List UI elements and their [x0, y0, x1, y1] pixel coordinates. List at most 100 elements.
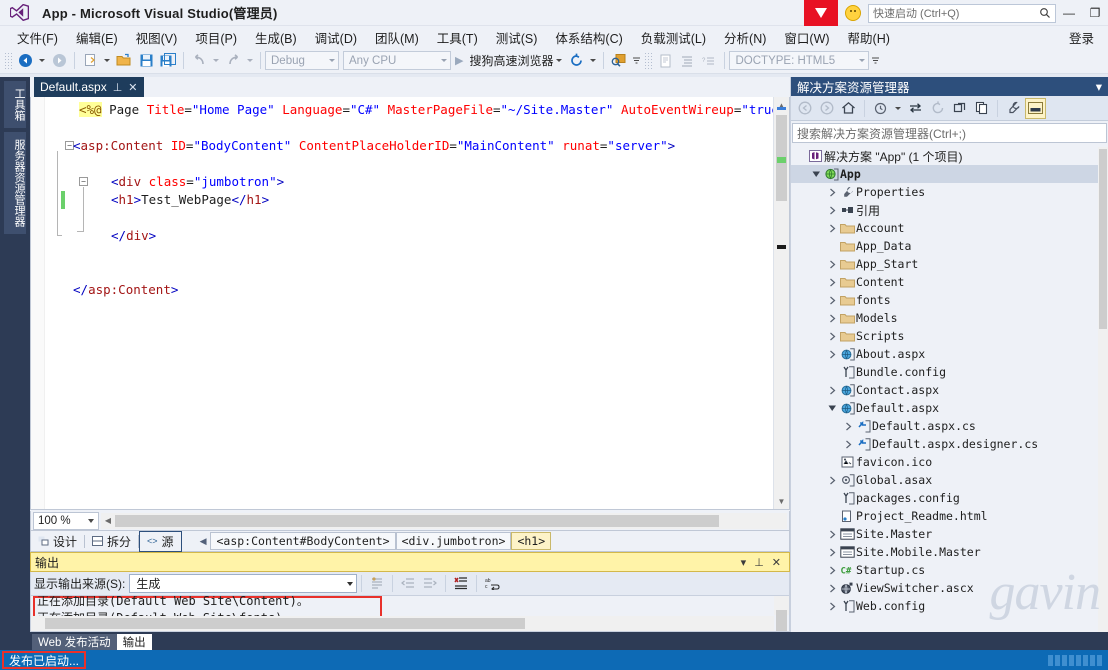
collapse-arrow-icon[interactable] — [825, 224, 839, 233]
collapse-arrow-icon[interactable] — [825, 386, 839, 395]
solution-tree[interactable]: 解决方案 "App" (1 个项目) App Properties 引用 Account… — [791, 147, 1108, 632]
breadcrumb-item-div[interactable]: <div.jumbotron> — [395, 532, 512, 550]
tab-web-publish-activity[interactable]: Web 发布活动 — [32, 634, 117, 650]
tree-item[interactable]: Models — [791, 309, 1108, 327]
menu-item-window[interactable]: 窗口(W) — [775, 26, 838, 49]
expand-arrow-icon[interactable] — [825, 405, 839, 412]
solution-explorer-search-input[interactable]: 搜索解决方案资源管理器(Ctrl+;) — [792, 123, 1107, 143]
home-icon[interactable] — [838, 98, 859, 119]
pin-icon[interactable]: ⊥ — [750, 556, 768, 569]
menu-item-file[interactable]: 文件(F) — [8, 26, 67, 49]
browser-inspect-icon[interactable] — [608, 50, 630, 72]
save-icon[interactable] — [135, 50, 157, 72]
tree-item[interactable]: favicon.ico — [791, 453, 1108, 471]
breadcrumb-item-h1[interactable]: <h1> — [511, 532, 552, 550]
tree-item[interactable]: packages.config — [791, 489, 1108, 507]
sidebar-item-toolbox[interactable]: 工具箱 — [4, 81, 26, 128]
menu-item-tools[interactable]: 工具(T) — [428, 26, 487, 49]
start-play-icon[interactable]: ▶ — [455, 54, 463, 67]
sidebar-item-server-explorer[interactable]: 服务器资源管理器 — [4, 132, 26, 234]
menu-item-edit[interactable]: 编辑(E) — [67, 26, 127, 49]
solution-tree-scrollbar[interactable] — [1098, 147, 1108, 632]
toolbar-overflow-button[interactable] — [869, 56, 881, 65]
collapse-arrow-icon[interactable] — [841, 422, 855, 431]
show-all-files-icon[interactable] — [971, 98, 992, 119]
doctype-dropdown[interactable]: DOCTYPE: HTML5 — [729, 51, 870, 70]
collapse-arrow-icon[interactable] — [825, 296, 839, 305]
tree-item[interactable]: Default.aspx.cs — [791, 417, 1108, 435]
menu-item-help[interactable]: 帮助(H) — [839, 26, 899, 49]
tree-item[interactable]: App — [791, 165, 1108, 183]
collapse-arrow-icon[interactable] — [825, 530, 839, 539]
tree-item[interactable]: App_Data — [791, 237, 1108, 255]
menu-item-project[interactable]: 项目(P) — [186, 26, 246, 49]
tree-item[interactable]: Default.aspx — [791, 399, 1108, 417]
new-item-dropdown-icon[interactable] — [104, 59, 110, 62]
collapse-arrow-icon[interactable] — [825, 476, 839, 485]
toolbar-grip[interactable] — [644, 51, 653, 70]
scrollbar-thumb[interactable] — [115, 514, 719, 527]
editor-vertical-scrollbar[interactable]: ▲ ▼ — [773, 97, 789, 509]
fold-toggle-div[interactable]: − — [79, 177, 88, 186]
quick-launch-input[interactable]: 快速启动 (Ctrl+Q) — [868, 3, 1056, 23]
tree-item[interactable]: App_Start — [791, 255, 1108, 273]
scroll-left-arrow-icon[interactable]: ◀ — [101, 516, 115, 525]
refresh-icon[interactable] — [565, 50, 587, 72]
preview-selected-items-icon[interactable] — [1025, 97, 1046, 119]
menu-item-build[interactable]: 生成(B) — [246, 26, 306, 49]
document-tab-default-aspx[interactable]: Default.aspx ⊥ ✕ — [34, 77, 144, 97]
save-all-icon[interactable] — [157, 50, 179, 72]
collapse-arrow-icon[interactable] — [825, 188, 839, 197]
menu-item-view[interactable]: 视图(V) — [127, 26, 187, 49]
smiley-icon[interactable] — [845, 5, 861, 21]
tree-item[interactable]: Contact.aspx — [791, 381, 1108, 399]
collapse-arrow-icon[interactable] — [841, 440, 855, 449]
sign-in-link[interactable]: 登录 — [1069, 28, 1094, 47]
navigate-back-icon[interactable] — [14, 50, 36, 72]
menu-item-test[interactable]: 测试(S) — [487, 26, 547, 49]
editor-horizontal-scrollbar[interactable]: ◀ — [101, 512, 787, 529]
output-vertical-scrollbar[interactable] — [774, 596, 789, 631]
pending-changes-icon[interactable] — [870, 98, 891, 119]
collapse-arrow-icon[interactable] — [825, 314, 839, 323]
tab-output[interactable]: 输出 — [116, 634, 152, 650]
collapse-arrow-icon[interactable] — [825, 350, 839, 359]
tree-item[interactable]: Account — [791, 219, 1108, 237]
code-surface[interactable]: − − <%@ Page Title="Home Page" Language=… — [31, 97, 773, 509]
tree-item[interactable]: Default.aspx.designer.cs — [791, 435, 1108, 453]
zoom-level-dropdown[interactable]: 100 % — [33, 511, 99, 530]
tree-item[interactable]: Site.Master — [791, 525, 1108, 543]
pending-changes-dropdown-icon[interactable] — [895, 106, 901, 110]
scroll-up-arrow-icon[interactable]: ▲ — [774, 97, 789, 113]
chevron-down-icon[interactable]: ▾ — [737, 556, 751, 569]
toolbar-overflow-button[interactable] — [630, 56, 642, 65]
tab-source-view[interactable]: <> 源 — [139, 530, 182, 552]
minimize-button[interactable]: — — [1056, 0, 1082, 26]
tree-item[interactable]: Scripts — [791, 327, 1108, 345]
navigate-forward-icon[interactable] — [48, 50, 70, 72]
collapse-arrow-icon[interactable] — [825, 548, 839, 557]
chevron-down-icon[interactable]: ▾ — [1096, 79, 1102, 94]
output-horizontal-scrollbar[interactable] — [31, 616, 774, 631]
code-editor[interactable]: − − <%@ Page Title="Home Page" Language=… — [30, 97, 790, 510]
collapse-arrow-icon[interactable] — [825, 584, 839, 593]
tab-split-view[interactable]: 拆分 — [85, 532, 138, 551]
sync-icon[interactable] — [905, 98, 926, 119]
output-text-area[interactable]: 正在添加目录(Default Web Site\Content)。 正在添加目录… — [30, 596, 790, 632]
collapse-arrow-icon[interactable] — [825, 278, 839, 287]
browser-dropdown-icon[interactable] — [556, 59, 563, 62]
solution-configuration-dropdown[interactable]: Debug — [265, 51, 339, 70]
tree-item[interactable]: Bundle.config — [791, 363, 1108, 381]
breadcrumb-scroll-left-icon[interactable]: ◀ — [196, 536, 211, 547]
tree-item[interactable]: Properties — [791, 183, 1108, 201]
solution-platform-dropdown[interactable]: Any CPU — [343, 51, 451, 70]
feedback-flag-icon[interactable] — [804, 0, 838, 26]
collapse-arrow-icon[interactable] — [825, 206, 839, 215]
collapse-all-icon[interactable] — [949, 98, 970, 119]
tree-item[interactable]: About.aspx — [791, 345, 1108, 363]
collapse-arrow-icon[interactable] — [825, 332, 839, 341]
new-item-icon[interactable] — [79, 50, 101, 72]
toggle-word-wrap-icon[interactable]: ab c — [481, 573, 503, 595]
tab-design-view[interactable]: 设计 — [31, 532, 84, 551]
expand-arrow-icon[interactable] — [809, 171, 823, 178]
